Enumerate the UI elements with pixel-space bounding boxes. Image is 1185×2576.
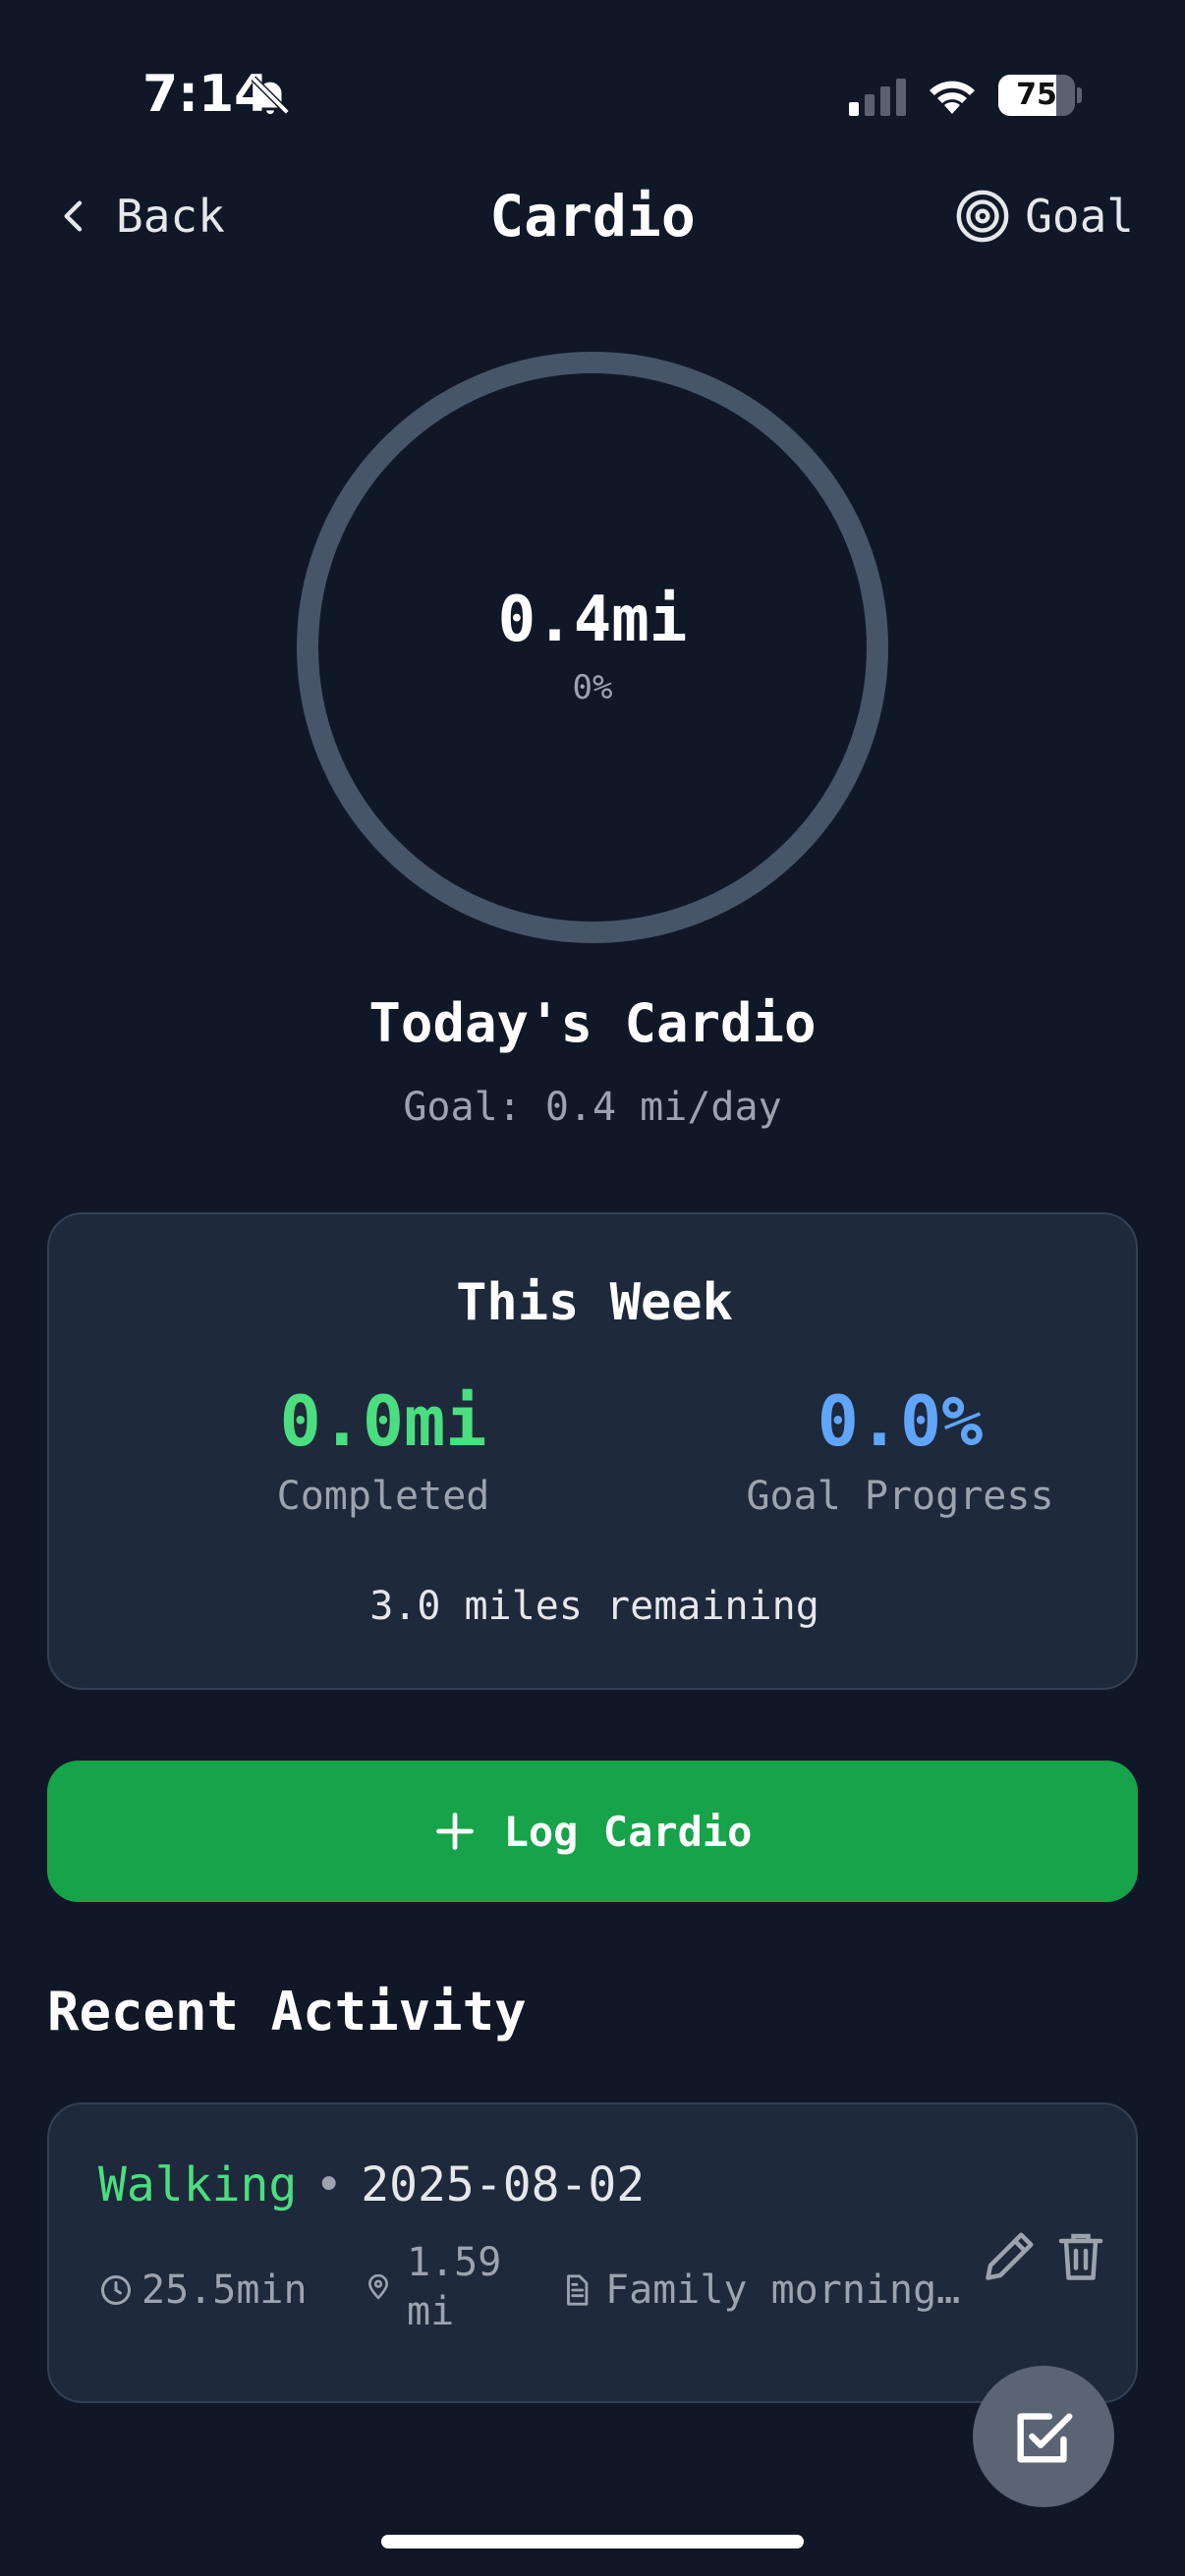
log-cardio-button[interactable]: Log Cardio [47,1761,1138,1902]
back-button[interactable]: Back [55,177,225,255]
completed-value: 0.0mi [279,1381,487,1462]
checkbox-icon [1017,2413,1073,2463]
progress-ring: 0.4mi 0% [297,352,888,943]
activity-header: Walking • 2025-08-02 [98,2157,645,2212]
target-icon [956,190,1009,243]
separator-dot: • [314,2157,344,2212]
checklist-fab-button[interactable] [973,2366,1114,2507]
wifi-icon [930,81,975,114]
ring-value: 0.4mi [497,584,688,656]
bell-off-icon [251,76,290,115]
activity-duration: 25.5min [98,2268,308,2313]
recent-activity-title: Recent Activity [47,1981,527,2043]
signal-icon [849,79,906,116]
completed-label: Completed [276,1474,490,1519]
goal-progress-label: Goal Progress [746,1474,1054,1519]
map-pin-icon [368,2274,388,2300]
goal-label: Goal [1025,190,1134,243]
today-goal: Goal: 0.4 mi/day [403,1085,782,1130]
status-bar: 7:14 75 [0,0,1185,187]
back-label: Back [116,190,225,243]
plus-icon [435,1813,474,1850]
battery-percent: 75 [1016,78,1057,112]
clock-icon [101,2275,131,2305]
goal-progress-stat: 0.0% Goal Progress [694,1381,1106,1519]
distance-text: 1.59 mi [407,2240,502,2334]
notes-text: Family morning… [605,2268,961,2313]
document-icon [567,2274,589,2306]
remaining-text: 3.0 miles remaining [369,1584,819,1629]
edit-activity-button[interactable] [981,2226,1040,2285]
nav-header: Back Cardio Goal [0,177,1185,255]
pencil-icon [986,2232,1034,2280]
cardio-screen: 7:14 75 Back Cardio Goal 0.4mi 0% Today'… [0,0,1185,2576]
week-summary-card: This Week 0.0mi Completed 0.0% Goal Prog… [47,1212,1138,1690]
completed-stat: 0.0mi Completed [177,1381,590,1519]
activity-date: 2025-08-02 [361,2157,646,2212]
duration-text: 25.5min [141,2268,308,2313]
activity-distance: 1.59 mi [366,2238,515,2336]
goal-progress-value: 0.0% [817,1381,984,1462]
ring-percent: 0% [572,668,613,707]
activity-card[interactable]: Walking • 2025-08-02 25.5min 1.59 mi Famil… [47,2102,1138,2403]
delete-activity-button[interactable] [1051,2226,1110,2285]
activity-notes: Family morning… [560,2268,960,2313]
activity-type: Walking [98,2157,298,2212]
home-indicator[interactable] [381,2535,804,2548]
today-title: Today's Cardio [368,992,817,1054]
log-cardio-label: Log Cardio [503,1807,753,1856]
chevron-left-icon [64,200,83,232]
trash-icon [1058,2233,1103,2280]
goal-button[interactable]: Goal [954,177,1134,255]
battery-icon: 75 [998,75,1082,116]
week-title: This Week [456,1273,733,1332]
